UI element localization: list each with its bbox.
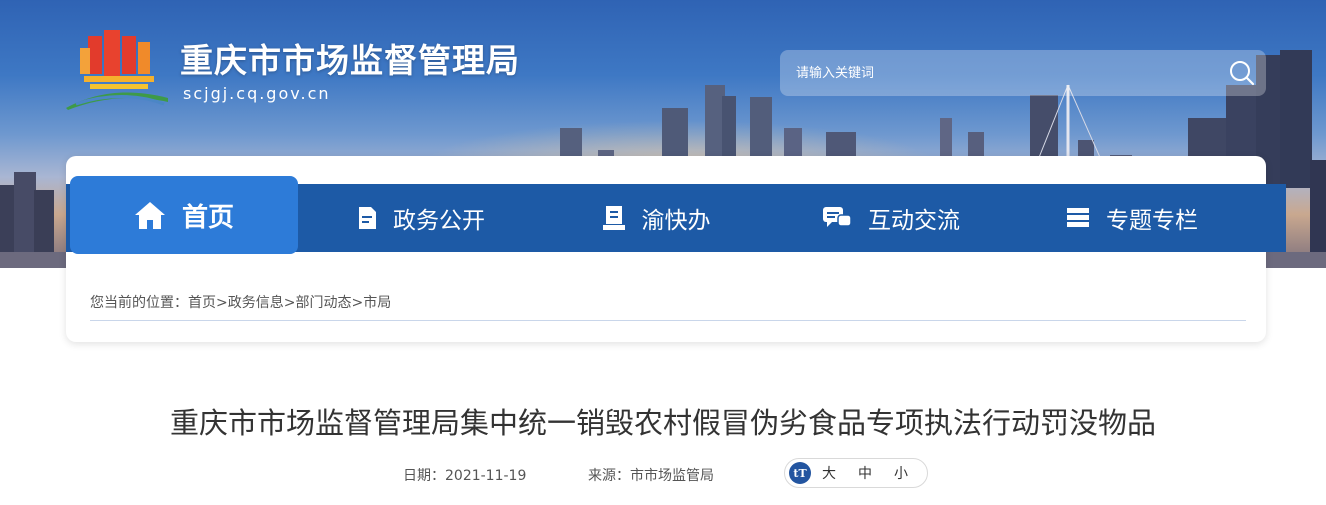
- search-input[interactable]: [780, 52, 1218, 94]
- stack-icon: [1066, 207, 1090, 229]
- article-source: 来源：市市场监管局: [588, 468, 714, 484]
- font-size-medium-button[interactable]: 中: [847, 463, 883, 483]
- search-bar: [780, 50, 1266, 96]
- nav-item-government-affairs[interactable]: 政务公开: [349, 184, 493, 252]
- breadcrumb-dept-news[interactable]: 部门动态: [295, 295, 351, 311]
- article-date: 日期：2021-11-19: [403, 468, 527, 484]
- breadcrumb-separator: >: [351, 295, 364, 311]
- font-size-large-button[interactable]: 大: [811, 463, 847, 483]
- nav-item-interaction[interactable]: 互动交流: [818, 184, 964, 252]
- nav-item-yukuaiban[interactable]: 渝快办: [596, 184, 716, 252]
- breadcrumb-gov-info[interactable]: 政务信息: [228, 295, 284, 311]
- breadcrumb: 您当前的位置：首页>政务信息>部门动态>市局: [90, 292, 1246, 321]
- breadcrumb-prefix: 您当前的位置：: [90, 295, 188, 311]
- breadcrumb-separator: >: [216, 295, 228, 311]
- nav-item-interaction-label: 互动交流: [868, 208, 960, 234]
- government-building-logo: [66, 30, 168, 110]
- nav-item-yukuaiban-label: 渝快办: [641, 208, 711, 234]
- chat-icon: [822, 205, 852, 231]
- nav-item-home[interactable]: 首页: [70, 176, 298, 254]
- article-title: 重庆市市场监督管理局集中统一销毁农村假冒伪劣食品专项执法行动罚没物品: [169, 406, 1156, 440]
- font-size-small-button[interactable]: 小: [883, 463, 919, 483]
- document-icon: [357, 206, 377, 230]
- home-icon: [134, 200, 166, 230]
- nav-item-government-affairs-label: 政务公开: [393, 208, 485, 234]
- breadcrumb-home[interactable]: 首页: [188, 295, 216, 311]
- nav-item-special-topics[interactable]: 专题专栏: [1059, 184, 1205, 252]
- breadcrumb-city-bureau[interactable]: 市局: [363, 295, 391, 311]
- site-domain: scjgj.cq.gov.cn: [183, 84, 331, 103]
- font-size-icon: tT: [789, 462, 811, 484]
- font-size-switcher: tT 大 中 小: [784, 458, 928, 488]
- nav-item-home-label: 首页: [181, 202, 234, 233]
- nav-item-special-topics-label: 专题专栏: [1106, 208, 1198, 234]
- search-button[interactable]: [1218, 50, 1266, 96]
- main-nav: 首页 政务公开 渝快办 互动交流 专题专栏: [66, 176, 1286, 254]
- breadcrumb-separator: >: [283, 295, 296, 311]
- search-icon: [1230, 61, 1255, 86]
- site-title: 重庆市市场监督管理局: [180, 41, 520, 80]
- book-icon: [602, 205, 626, 231]
